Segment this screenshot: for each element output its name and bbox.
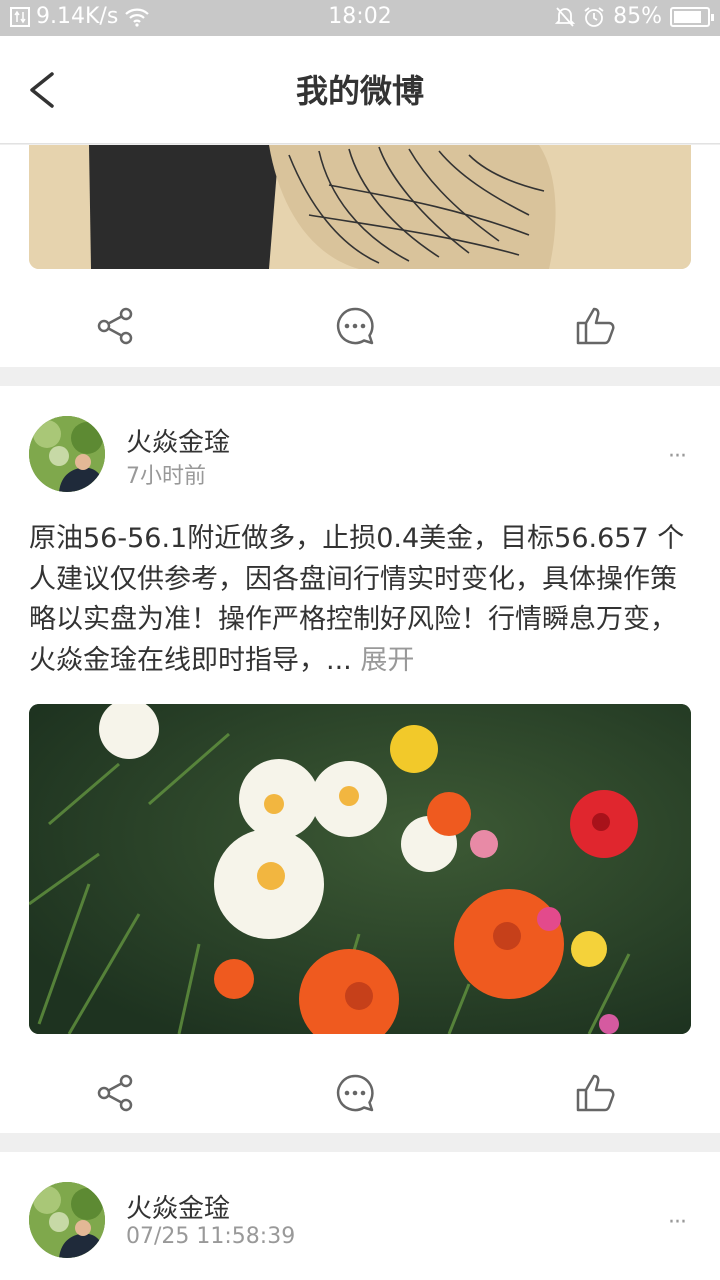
page-title: 我的微博 [295, 72, 424, 110]
share-icon[interactable] [95, 1073, 135, 1113]
thumbs-up-icon[interactable] [575, 306, 615, 346]
post-body: 原油56-56.1附近做多，止损0.4美金，目标56.657 个人建议仅供参考，… [29, 523, 685, 676]
battery-percent: 85% [613, 4, 662, 29]
avatar[interactable] [29, 1182, 105, 1258]
battery-level [674, 10, 702, 23]
post-header: 火焱金琻 07/25 11:58:39 ··· [0, 1182, 720, 1272]
more-options-icon[interactable]: ··· [668, 1210, 687, 1235]
post-text[interactable]: 原油56-56.1附近做多，止损0.4美金，目标56.657 个人建议仅供参考，… [29, 519, 691, 681]
post-card-previous [0, 145, 720, 367]
post-card: 火焱金琻 07/25 11:58:39 ··· [0, 1152, 720, 1280]
avatar[interactable] [29, 416, 105, 492]
post-header: 火焱金琻 7小时前 ··· [0, 416, 720, 506]
thumbs-up-icon[interactable] [575, 1073, 615, 1113]
author-name[interactable]: 火焱金琻 [126, 1188, 230, 1225]
share-icon[interactable] [95, 306, 135, 346]
flower-image [29, 704, 691, 1034]
comment-icon[interactable] [335, 1073, 375, 1113]
post-actions [0, 1053, 720, 1133]
bell-off-icon [555, 6, 576, 27]
alarm-icon [584, 6, 604, 27]
comment-icon[interactable] [335, 306, 375, 346]
post-image-previous[interactable] [29, 145, 691, 269]
expand-link[interactable]: 展开 [360, 645, 414, 676]
more-options-icon[interactable]: ··· [668, 444, 687, 469]
battery-icon [670, 6, 714, 27]
status-right: 85% [555, 4, 714, 29]
post-time: 07/25 11:58:39 [126, 1224, 296, 1249]
nav-bar: 我的微博 [0, 36, 720, 144]
author-name[interactable]: 火焱金琻 [126, 422, 230, 459]
avatar-image [29, 1182, 105, 1258]
post-image[interactable] [29, 704, 691, 1034]
status-bar: 9.14K/s 18:02 85% [0, 0, 720, 36]
post-actions-previous [0, 286, 720, 366]
post-time: 7小时前 [126, 464, 206, 489]
post-card: 火焱金琻 7小时前 ··· 原油56-56.1附近做多，止损0.4美金，目标56… [0, 386, 720, 1133]
avatar-image [29, 416, 105, 492]
engraving-image [29, 145, 691, 269]
